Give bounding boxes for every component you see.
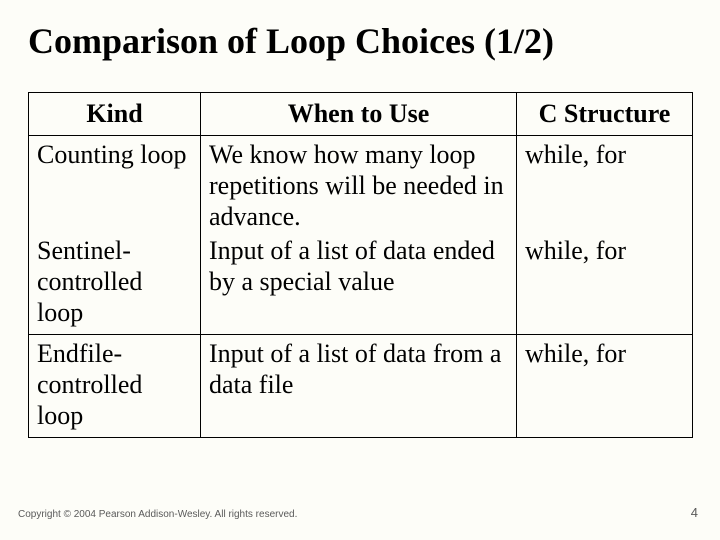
slide: Comparison of Loop Choices (1/2) Kind Wh…: [0, 0, 720, 540]
table-row: Endfile-controlled loop Input of a list …: [29, 335, 693, 438]
cell-cstruct: while, for: [517, 234, 693, 335]
table-header-row: Kind When to Use C Structure: [29, 92, 693, 136]
slide-title: Comparison of Loop Choices (1/2): [28, 22, 692, 62]
copyright-text: Copyright © 2004 Pearson Addison-Wesley.…: [18, 509, 297, 520]
header-when: When to Use: [201, 92, 517, 136]
header-cstruct: C Structure: [517, 92, 693, 136]
page-number: 4: [691, 505, 698, 520]
cell-when: Input of a list of data from a data file: [201, 335, 517, 438]
cell-kind: Counting loop: [29, 136, 201, 235]
comparison-table: Kind When to Use C Structure Counting lo…: [28, 92, 693, 439]
cell-cstruct: while, for: [517, 335, 693, 438]
header-kind: Kind: [29, 92, 201, 136]
cell-kind: Endfile-controlled loop: [29, 335, 201, 438]
cell-when: Input of a list of data ended by a speci…: [201, 234, 517, 335]
cell-cstruct: while, for: [517, 136, 693, 235]
table-row: Counting loop We know how many loop repe…: [29, 136, 693, 235]
table-row: Sentinel-controlled loop Input of a list…: [29, 234, 693, 335]
cell-when: We know how many loop repetitions will b…: [201, 136, 517, 235]
cell-kind: Sentinel-controlled loop: [29, 234, 201, 335]
